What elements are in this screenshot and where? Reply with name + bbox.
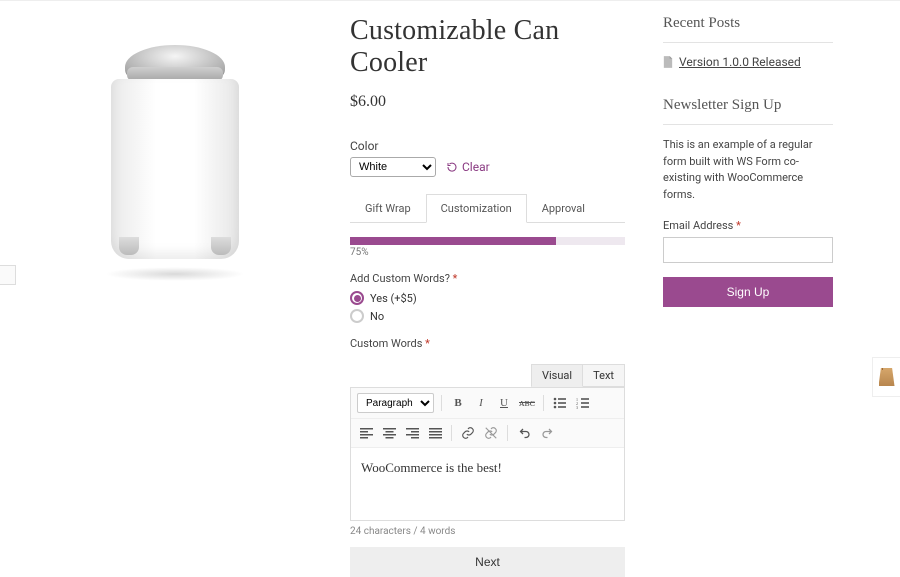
newsletter-heading: Newsletter Sign Up [663,97,833,125]
progress-bar [350,237,625,245]
bullet-list-button[interactable] [551,394,569,412]
editor-tab-text[interactable]: Text [583,364,625,387]
redo-button[interactable] [538,424,556,442]
align-justify-icon [429,428,442,439]
color-select[interactable]: White [350,157,436,177]
bullet-list-icon [553,397,567,409]
tab-gift-wrap[interactable]: Gift Wrap [350,194,426,223]
refresh-icon [446,161,458,173]
required-marker: * [453,272,458,285]
product-image[interactable] [95,45,255,275]
required-marker-3: * [736,219,741,232]
document-icon [663,56,673,68]
radio-yes[interactable] [350,291,364,305]
strike-button[interactable]: ᴀʙᴄ [518,394,536,412]
editor-tab-visual[interactable]: Visual [531,364,583,387]
cooler-foot-left [119,237,139,255]
paragraph-select[interactable]: Paragraph [357,393,434,413]
tab-customization[interactable]: Customization [426,194,527,223]
newsletter-description: This is an example of a regular form bui… [663,137,833,203]
toolbar-separator [451,425,452,441]
align-left-icon [360,428,373,439]
radio-yes-label: Yes (+$5) [370,292,417,305]
custom-words-label: Custom Words * [350,337,625,350]
editor-toolbar-row2 [351,419,624,448]
cooler-body [111,79,239,259]
product-price: $6.00 [350,93,625,111]
offscreen-widget [0,265,16,285]
unlink-icon [484,426,498,440]
undo-button[interactable] [515,424,533,442]
toolbar-separator [507,425,508,441]
link-button[interactable] [459,424,477,442]
number-list-button[interactable]: 123 [574,394,592,412]
clear-link[interactable]: Clear [446,160,490,174]
rich-text-editor: Paragraph B I U ᴀʙᴄ 123 [350,387,625,521]
recent-posts-heading: Recent Posts [663,15,833,43]
editor-mode-tabs: Visual Text [350,364,625,387]
unlink-button[interactable] [482,424,500,442]
email-label-text: Email Address [663,219,733,232]
signup-button[interactable]: Sign Up [663,277,833,307]
custom-words-text: Custom Words [350,337,422,350]
italic-button[interactable]: I [472,394,490,412]
progress-fill [350,237,556,245]
number-list-icon: 123 [576,397,590,409]
editor-content[interactable]: WooCommerce is the best! [351,448,624,520]
toolbar-separator [543,395,544,411]
form-tabs: Gift Wrap Customization Approval [350,193,625,223]
product-shadow [105,267,245,281]
add-words-text: Add Custom Words? [350,272,450,285]
align-center-icon [383,428,396,439]
email-input[interactable] [663,237,833,263]
undo-icon [518,427,531,439]
progress-label: 75% [350,247,625,258]
editor-toolbar-row1: Paragraph B I U ᴀʙᴄ 123 [351,388,624,419]
align-right-button[interactable] [403,424,421,442]
align-center-button[interactable] [380,424,398,442]
recent-post-title: Version 1.0.0 Released [679,55,801,69]
color-label: Color [350,139,625,153]
redo-icon [541,427,554,439]
radio-yes-row[interactable]: Yes (+$5) [350,291,625,305]
shopping-bag-icon [879,368,895,386]
add-words-label: Add Custom Words? * [350,272,625,285]
required-marker-2: * [425,337,430,350]
bold-button[interactable]: B [449,394,467,412]
cooler-foot-right [211,237,231,255]
product-main-column: Customizable Can Cooler $6.00 Color Whit… [350,15,625,577]
link-icon [461,426,475,440]
email-label: Email Address * [663,219,833,232]
toolbar-separator [441,395,442,411]
product-title: Customizable Can Cooler [350,15,625,79]
next-button[interactable]: Next [350,547,625,577]
cart-widget[interactable] [872,357,900,397]
sidebar: Recent Posts Version 1.0.0 Released News… [663,15,833,577]
recent-post-link[interactable]: Version 1.0.0 Released [663,55,833,69]
clear-label: Clear [462,160,490,174]
align-right-icon [406,428,419,439]
product-image-column [0,15,350,577]
svg-text:3: 3 [576,405,578,409]
underline-button[interactable]: U [495,394,513,412]
align-left-button[interactable] [357,424,375,442]
align-justify-button[interactable] [426,424,444,442]
character-count: 24 characters / 4 words [350,526,625,537]
radio-no-row[interactable]: No [350,309,625,323]
tab-approval[interactable]: Approval [527,194,600,223]
radio-no-label: No [370,310,384,323]
radio-no[interactable] [350,309,364,323]
